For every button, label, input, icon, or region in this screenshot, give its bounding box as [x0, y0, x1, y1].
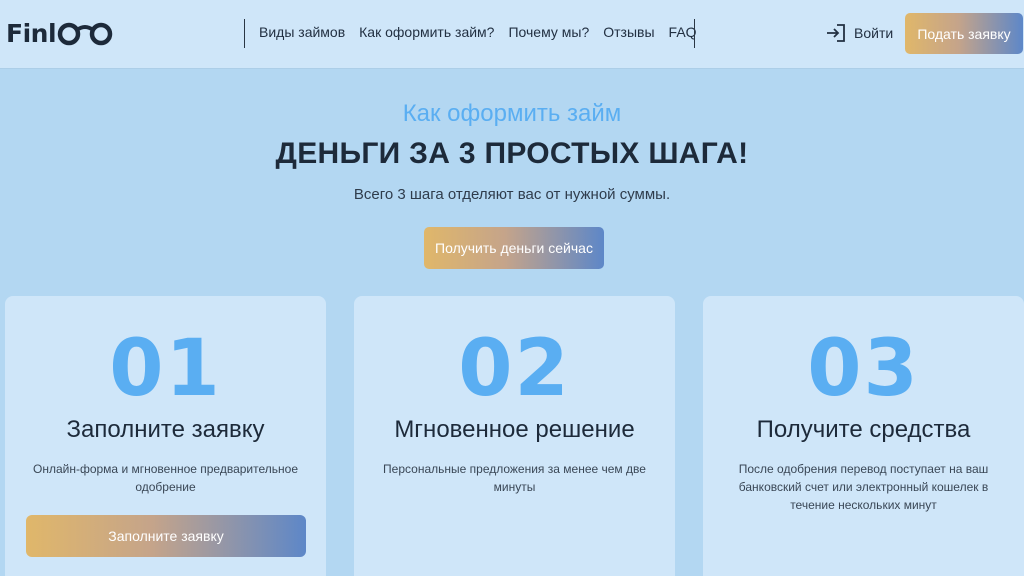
- login-label: Войти: [854, 25, 894, 41]
- get-money-button[interactable]: Получить деньги сейчас: [424, 227, 604, 269]
- fill-application-button[interactable]: Заполните заявку: [26, 515, 306, 557]
- step-number: 01: [109, 324, 222, 414]
- nav-item-how-to-apply[interactable]: Как оформить займ?: [359, 24, 494, 40]
- step-title: Заполните заявку: [66, 416, 265, 443]
- nav-divider-right: [694, 19, 695, 48]
- step-text: После одобрения перевод поступает на ваш…: [738, 462, 989, 512]
- step-title: Получите средства: [756, 416, 971, 443]
- login-icon: [827, 24, 845, 42]
- nav-item-faq[interactable]: FAQ: [669, 24, 697, 40]
- site-header: Finl Виды займов Как оформить займ? Поче…: [0, 0, 1024, 68]
- step-number: 02: [458, 324, 571, 414]
- section-subtitle: Как оформить займ: [402, 100, 622, 127]
- nav-item-reviews[interactable]: Отзывы: [603, 24, 654, 40]
- login-link[interactable]: Войти: [826, 24, 893, 42]
- step-number: 03: [807, 324, 920, 414]
- logo-text: Finl: [6, 19, 57, 48]
- step-card-1: 01 Заполните заявку Онлайн-форма и мгнов…: [5, 296, 326, 576]
- logo[interactable]: Finl: [6, 19, 115, 48]
- step-card-2: 02 Мгновенное решение Персональные предл…: [354, 296, 675, 576]
- logo-mark-icon: [57, 22, 113, 45]
- step-card-3: 03 Получите средства После одобрения пер…: [703, 296, 1024, 576]
- step-text: Персональные предложения за менее чем дв…: [383, 462, 646, 494]
- step-text: Онлайн-форма и мгновенное предварительно…: [33, 462, 298, 494]
- nav-item-loan-types[interactable]: Виды займов: [259, 24, 345, 40]
- nav-divider-left: [244, 19, 245, 48]
- section-lead: Всего 3 шага отделяют вас от нужной сумм…: [353, 186, 671, 203]
- nav-item-why-us[interactable]: Почему мы?: [508, 24, 589, 40]
- section-title: ДЕНЬГИ ЗА 3 ПРОСТЫХ ШАГА!: [275, 137, 749, 170]
- apply-button[interactable]: Подать заявку: [905, 13, 1023, 54]
- main-nav: Виды займов Как оформить займ? Почему мы…: [259, 24, 711, 40]
- step-title: Мгновенное решение: [394, 416, 635, 443]
